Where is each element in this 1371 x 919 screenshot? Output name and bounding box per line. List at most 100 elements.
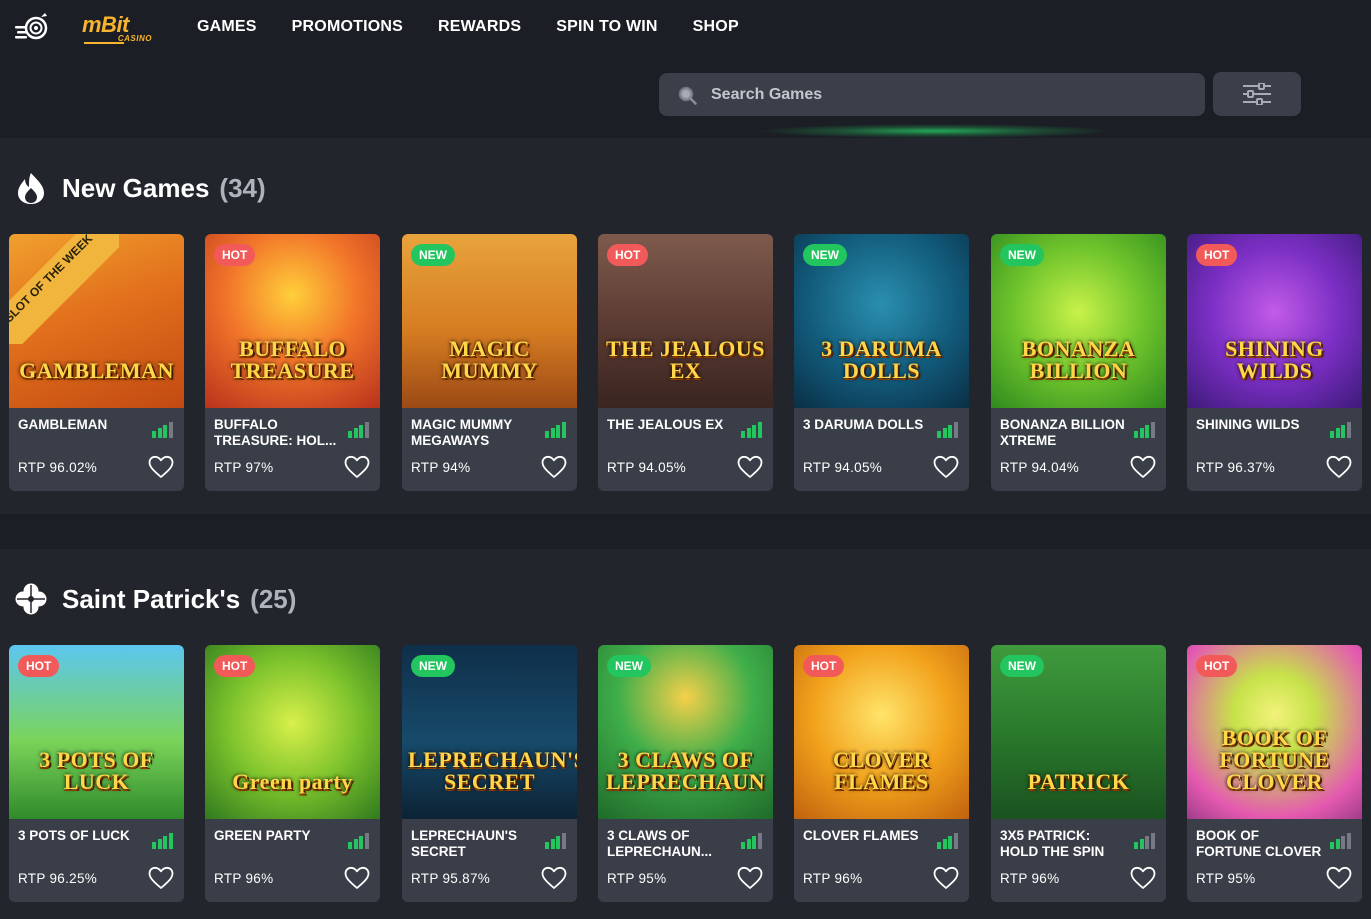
heart-icon[interactable]	[1326, 455, 1352, 479]
game-art-title: 3 DARUMA DOLLS	[821, 336, 942, 383]
nav-rewards[interactable]: REWARDS	[438, 18, 521, 36]
volatility-bar	[953, 833, 958, 849]
game-thumbnail[interactable]: BUFFALO TREASURE HOT	[205, 234, 380, 408]
game-art-title: THE JEALOUS EX	[606, 336, 765, 383]
game-card[interactable]: PATRICK NEW 3X5 PATRICK: HOLD THE SPIN RTP …	[991, 645, 1166, 902]
game-thumbnail[interactable]: BONANZA BILLION NEW	[991, 234, 1166, 408]
volatility-icon	[348, 833, 369, 849]
hot-badge: HOT	[1196, 244, 1238, 266]
section-saint-patricks: Saint Patrick's (25) 3 POTS OF LUCK HOT 3 …	[0, 549, 1371, 919]
volatility-bar	[1145, 836, 1149, 849]
game-card[interactable]: CLOVER FLAMES HOT CLOVER FLAMES RTP 96%	[794, 645, 969, 902]
volatility-bar	[1330, 431, 1334, 438]
game-art-title: LEPRECHAUN'S SECRET	[408, 747, 577, 794]
game-card[interactable]: BONANZA BILLION NEW BONANZA BILLION XTREME…	[991, 234, 1166, 491]
nav-spin-to-win[interactable]: SPIN TO WIN	[556, 18, 657, 36]
game-thumbnail[interactable]: THE JEALOUS EX HOT	[598, 234, 773, 408]
volatility-icon	[152, 833, 173, 849]
volatility-icon	[741, 833, 762, 849]
heart-icon[interactable]	[148, 866, 174, 890]
volatility-bar	[746, 839, 751, 849]
heart-icon[interactable]	[737, 866, 763, 890]
game-thumbnail[interactable]: Green party HOT	[205, 645, 380, 819]
rtp-value: RTP 96.37%	[1196, 460, 1276, 475]
game-thumbnail[interactable]: MAGIC MUMMY NEW	[402, 234, 577, 408]
heart-icon[interactable]	[1326, 866, 1352, 890]
game-art-title: 3 CLAWS OF LEPRECHAUN	[605, 747, 765, 794]
nav-shop[interactable]: SHOP	[693, 18, 739, 36]
nav-promotions[interactable]: PROMOTIONS	[292, 18, 403, 36]
heart-icon[interactable]	[148, 455, 174, 479]
volatility-bar	[550, 428, 555, 438]
game-art-title: MAGIC MUMMY	[441, 336, 538, 383]
filter-button[interactable]	[1213, 72, 1301, 116]
rtp-value: RTP 94.05%	[803, 460, 883, 475]
heart-icon[interactable]	[1130, 455, 1156, 479]
section-title[interactable]: New Games	[62, 173, 209, 204]
volatility-bar	[364, 833, 369, 849]
game-thumbnail[interactable]: SHINING WILDS HOT	[1187, 234, 1362, 408]
game-card[interactable]: BUFFALO TREASURE HOT BUFFALO TREASURE: HOL…	[205, 234, 380, 491]
volatility-bar	[550, 839, 555, 849]
game-card[interactable]: THE JEALOUS EX HOT THE JEALOUS EX RTP 94.05…	[598, 234, 773, 491]
volatility-bar	[163, 425, 167, 438]
new-badge: NEW	[607, 655, 651, 677]
game-name: LEPRECHAUN'S SECRET	[411, 828, 517, 859]
game-name: BONANZA BILLION XTREME	[1000, 417, 1125, 448]
rtp-value: RTP 95%	[607, 871, 667, 886]
game-card[interactable]: Green party HOT GREEN PARTY RTP 96%	[205, 645, 380, 902]
heart-icon[interactable]	[344, 455, 370, 479]
game-card[interactable]: MAGIC MUMMY NEW MAGIC MUMMY MEGAWAYS RTP 94…	[402, 234, 577, 491]
game-card[interactable]: BOOK OF FORTUNE CLOVER HOT BOOK OF FORTUNE…	[1187, 645, 1362, 902]
clover-icon	[15, 583, 47, 615]
volatility-bar	[953, 422, 958, 438]
volatility-bar	[1341, 836, 1345, 849]
section-header: Saint Patrick's (25)	[14, 579, 296, 619]
search-input[interactable]	[711, 73, 1191, 116]
volatility-bar	[1341, 425, 1345, 438]
new-badge: NEW	[803, 244, 847, 266]
heart-icon[interactable]	[541, 455, 567, 479]
volatility-bar	[948, 425, 952, 438]
rtp-value: RTP 94.05%	[607, 460, 687, 475]
game-thumbnail[interactable]: LEPRECHAUN'S SECRET NEW	[402, 645, 577, 819]
game-name: GREEN PARTY	[214, 828, 311, 843]
game-thumbnail[interactable]: BOOK OF FORTUNE CLOVER HOT	[1187, 645, 1362, 819]
game-card[interactable]: LEPRECHAUN'S SECRET NEW LEPRECHAUN'S SECRE…	[402, 645, 577, 902]
game-thumbnail[interactable]: GAMBLEMAN SLOT OF THE WEEK	[9, 234, 184, 408]
game-thumbnail[interactable]: 3 CLAWS OF LEPRECHAUN NEW	[598, 645, 773, 819]
heart-icon[interactable]	[344, 866, 370, 890]
ribbon-wrap: SLOT OF THE WEEK	[9, 234, 119, 344]
volatility-bar	[741, 842, 745, 849]
game-art-title: BUFFALO TREASURE	[230, 336, 355, 383]
menu-icon[interactable]	[14, 12, 50, 44]
game-art-title: PATRICK	[1027, 769, 1130, 794]
volatility-bar	[1150, 833, 1155, 849]
rtp-value: RTP 94%	[411, 460, 471, 475]
volatility-bar	[163, 836, 167, 849]
heart-icon[interactable]	[1130, 866, 1156, 890]
brand-logo[interactable]: mBit CASINO	[82, 12, 156, 46]
game-card[interactable]: 3 DARUMA DOLLS NEW 3 DARUMA DOLLS RTP 94.05…	[794, 234, 969, 491]
volatility-icon	[741, 422, 762, 438]
game-thumbnail[interactable]: 3 DARUMA DOLLS NEW	[794, 234, 969, 408]
game-card[interactable]: 3 CLAWS OF LEPRECHAUN NEW 3 CLAWS OF LEPRE…	[598, 645, 773, 902]
volatility-bar	[757, 422, 762, 438]
heart-icon[interactable]	[541, 866, 567, 890]
game-card[interactable]: 3 POTS OF LUCK HOT 3 POTS OF LUCK RTP 96.25…	[9, 645, 184, 902]
volatility-bar	[359, 425, 363, 438]
section-header: New Games (34)	[14, 168, 266, 208]
heart-icon[interactable]	[737, 455, 763, 479]
game-card[interactable]: SHINING WILDS HOT SHINING WILDS RTP 96.37%	[1187, 234, 1362, 491]
game-card[interactable]: GAMBLEMAN SLOT OF THE WEEK GAMBLEMAN RTP 96…	[9, 234, 184, 491]
nav-games[interactable]: GAMES	[197, 18, 257, 36]
heart-icon[interactable]	[933, 866, 959, 890]
game-thumbnail[interactable]: PATRICK NEW	[991, 645, 1166, 819]
game-name: CLOVER FLAMES	[803, 828, 919, 843]
game-thumbnail[interactable]: CLOVER FLAMES HOT	[794, 645, 969, 819]
game-thumbnail[interactable]: 3 POTS OF LUCK HOT	[9, 645, 184, 819]
section-title[interactable]: Saint Patrick's	[62, 584, 240, 615]
heart-icon[interactable]	[933, 455, 959, 479]
volatility-bar	[1139, 428, 1144, 438]
game-name: 3 POTS OF LUCK	[18, 828, 130, 843]
